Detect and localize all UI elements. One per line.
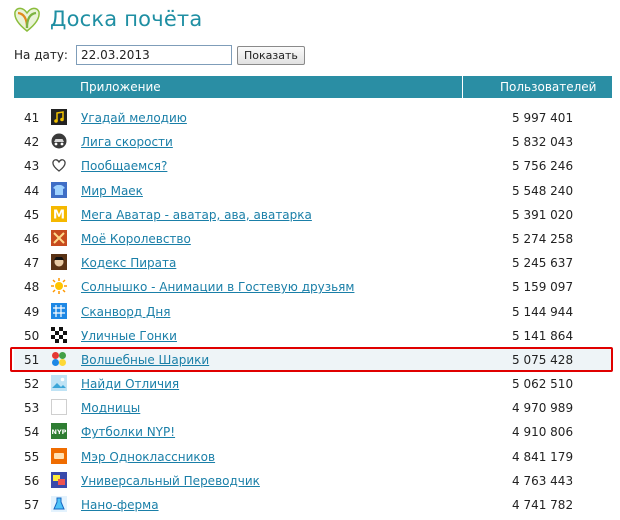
users-count: 4 763 443 [512,473,574,488]
svg-text:M: M [53,207,65,221]
table-row: 43 Пообщаемся? 5 756 246 [14,154,612,178]
table-row: 56 Универсальный Переводчик 4 763 443 [14,469,612,493]
table-row: 55 Мэр Одноклассников 4 841 179 [14,445,612,469]
app-link[interactable]: Мир Маек [81,184,143,198]
app-link[interactable]: Уличные Гонки [81,329,177,343]
table-row: 45 M Мега Аватар - аватар, ава, аватарка 5 … [14,203,612,227]
date-label: На дату: [14,48,68,62]
rank-number: 52 [24,377,40,392]
table-row: 53 Модницы 4 970 989 [14,396,612,420]
rank-number: 41 [24,111,40,125]
racing-car-icon [51,133,67,149]
users-count: 5 144 944 [512,304,574,319]
blank-icon [51,399,67,416]
table-row: 47 Кодекс Пирата 5 245 637 [14,251,612,275]
table-row: 54 NYP Футболки NYP! 4 910 806 [14,420,612,444]
users-count: 5 159 097 [512,280,574,295]
rank-number: 57 [24,498,40,512]
rank-number: 45 [24,207,40,222]
letter-m-icon: M [51,205,67,222]
checkered-flag-icon [51,326,67,343]
table-header: Приложение Пользователей [14,76,612,98]
app-link[interactable]: Мега Аватар - аватар, ава, аватарка [81,208,312,222]
users-count: 5 548 240 [512,183,574,198]
users-count: 5 245 637 [512,256,574,271]
rank-number: 54 [24,425,40,440]
app-link[interactable]: Модницы [81,401,140,415]
flask-icon [51,496,67,512]
app-link[interactable]: Солнышко - Анимации в Гостевую друзьям [81,280,354,294]
users-count: 4 741 782 [512,498,574,512]
crossword-icon [51,302,67,319]
page-title: Доска почёта [50,7,203,31]
rank-number: 49 [24,304,40,319]
users-count: 5 274 258 [512,231,574,246]
picture-icon [51,375,67,392]
users-count: 4 970 989 [512,401,574,416]
rank-number: 55 [24,449,40,464]
rank-number: 42 [24,135,40,150]
app-link[interactable]: Футболки NYP! [81,425,175,439]
mayor-icon [51,447,67,464]
users-count: 5 997 401 [512,111,574,125]
pirate-icon [51,254,67,271]
users-count: 5 832 043 [512,135,574,150]
nyp-logo-icon: NYP [51,423,67,440]
users-count: 4 841 179 [512,449,574,464]
column-header-users: Пользователей [500,80,597,94]
table-row: 42 Лига скорости 5 832 043 [14,130,612,154]
rank-number: 46 [24,231,40,246]
app-link[interactable]: Универсальный Переводчик [81,474,260,488]
heart-icon [52,159,66,173]
rank-number: 53 [24,401,40,416]
users-count: 5 141 864 [512,328,574,343]
table-row: 57 Нано-ферма 4 741 782 [14,493,612,517]
app-link[interactable]: Сканворд Дня [81,305,170,319]
translator-icon [51,471,67,488]
rating-table: 41 Угадай мелодию 5 997 401 42 Лига скорости… [14,106,612,517]
rank-number: 56 [24,473,40,488]
users-count: 5 062 510 [512,377,574,392]
app-link[interactable]: Моё Королевство [81,232,191,246]
app-link[interactable]: Кодекс Пирата [81,256,176,270]
app-link[interactable]: Мэр Одноклассников [81,450,215,464]
show-button[interactable]: Показать [237,45,305,65]
crossed-swords-icon [51,229,67,246]
app-link[interactable]: Найди Отличия [81,377,179,391]
date-filter: На дату: Показать [14,45,305,65]
music-note-icon [51,109,67,125]
table-row: 50 Уличные Гонки 5 141 864 [14,324,612,348]
users-count: 4 910 806 [512,425,574,440]
rank-number: 43 [24,159,40,174]
column-separator [462,76,463,98]
users-count: 5 756 246 [512,159,574,174]
table-row: 52 Найди Отличия 5 062 510 [14,372,612,396]
app-link[interactable]: Угадай мелодию [81,111,187,125]
rank-number: 47 [24,256,40,271]
table-row: 41 Угадай мелодию 5 997 401 [14,106,612,130]
rank-number: 48 [24,280,40,295]
rank-number: 50 [24,328,40,343]
date-input[interactable] [76,45,232,65]
app-link[interactable]: Лига скорости [81,135,173,149]
leaf-heart-logo-icon [14,7,40,32]
page-header: Доска почёта [12,2,202,36]
users-count: 5 391 020 [512,207,574,222]
table-row: 48 Солнышко - Анимации в Гостевую друзьям… [14,275,612,299]
highlight-frame [10,347,613,372]
svg-text:NYP: NYP [52,428,67,436]
tshirt-icon [51,181,67,198]
app-link[interactable]: Пообщаемся? [81,159,167,173]
rank-number: 44 [24,183,40,198]
table-row: 46 Моё Королевство 5 274 258 [14,227,612,251]
table-row: 49 Сканворд Дня 5 144 944 [14,300,612,324]
table-row: 44 Мир Маек 5 548 240 [14,179,612,203]
sun-icon [51,278,67,295]
app-link[interactable]: Нано-ферма [81,498,159,512]
column-header-app: Приложение [80,80,161,94]
